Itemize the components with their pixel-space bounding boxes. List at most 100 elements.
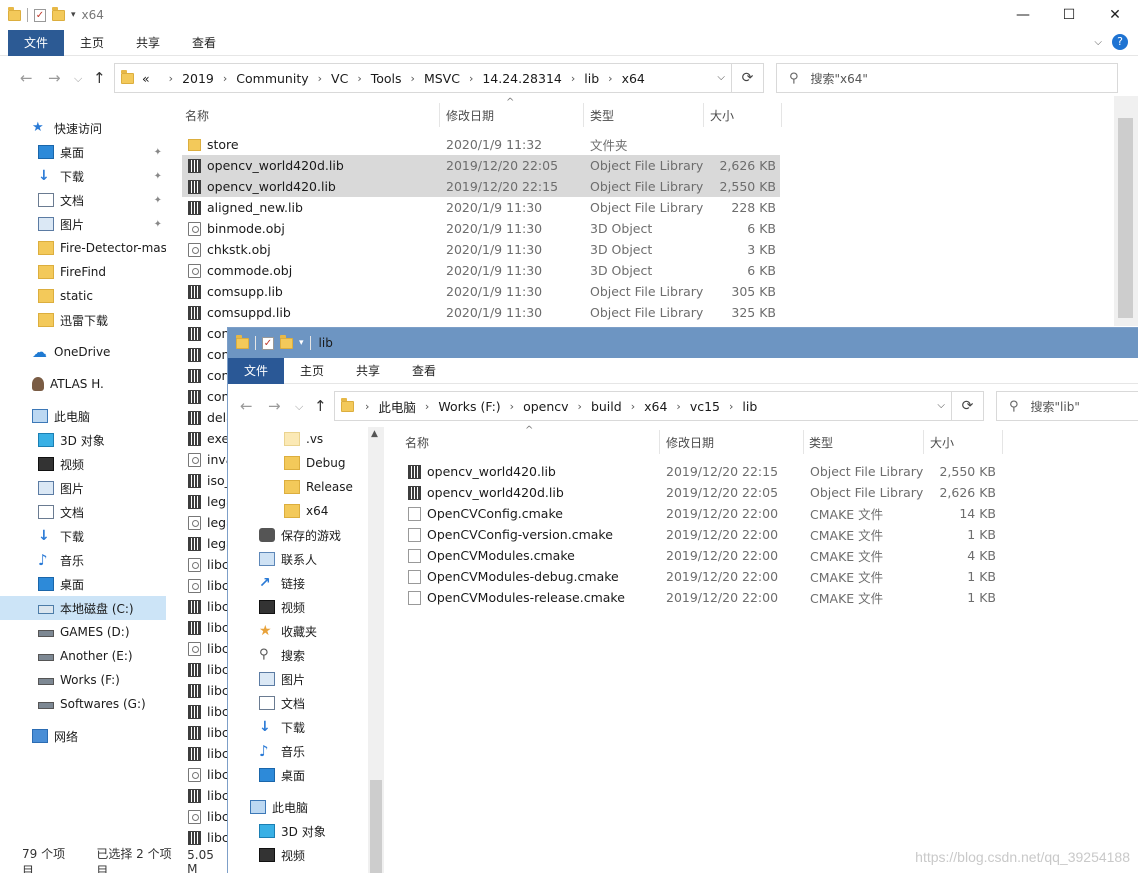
customize-toolbar-icon[interactable]: ▾ — [71, 10, 76, 20]
breadcrumb-separator-icon[interactable]: › — [676, 400, 680, 413]
search-box[interactable]: ⚲ 搜索"lib" — [996, 391, 1138, 421]
sidebar-item[interactable]: 迅雷下载 — [0, 308, 166, 332]
recent-locations-button[interactable]: ⌵ — [74, 72, 82, 86]
breadcrumb-item[interactable]: opencv — [523, 399, 568, 414]
scroll-up-icon[interactable]: ▲ — [371, 429, 378, 439]
sidebar-item[interactable]: 桌面 — [228, 763, 368, 787]
breadcrumb-item[interactable]: 此电脑 — [378, 397, 416, 416]
scrollbar-thumb[interactable] — [370, 780, 382, 873]
tab-share[interactable]: 共享 — [120, 30, 176, 56]
file-row[interactable]: opencv_world420d.lib 2019/12/20 22:05 Obje… — [182, 155, 780, 176]
breadcrumb-separator-icon[interactable]: › — [169, 72, 173, 85]
sidebar-item[interactable]: ♪ 音乐 — [228, 739, 368, 763]
file-row[interactable]: comsuppd.lib 2020/1/9 11:30 Object File Li… — [182, 302, 780, 323]
breadcrumb-item[interactable]: lib — [742, 399, 757, 414]
breadcrumb-separator-icon[interactable]: › — [357, 72, 361, 85]
breadcrumb-separator-icon[interactable]: › — [425, 400, 429, 413]
file-row[interactable]: OpenCVModules.cmake 2019/12/20 22:00 CMAKE… — [402, 545, 1002, 566]
sidebar-item[interactable]: 文档 ✦ — [0, 188, 166, 212]
address-bar[interactable]: « › 2019 › Community › VC › Tools › MSVC › 14.24.283… — [114, 63, 764, 93]
file-row[interactable]: commode.obj 2020/1/9 11:30 3D Object 6 KB — [182, 260, 780, 281]
sidebar-item[interactable]: 此电脑 — [0, 404, 166, 428]
sidebar-item[interactable]: ATLAS H. — [0, 372, 166, 396]
file-row[interactable]: OpenCVModules-debug.cmake 2019/12/20 22:0… — [402, 566, 1002, 587]
refresh-icon[interactable]: ⟳ — [951, 391, 983, 421]
file-row[interactable]: OpenCVModules-release.cmake 2019/12/20 22… — [402, 587, 1002, 608]
breadcrumb-separator-icon[interactable]: › — [571, 72, 575, 85]
file-row[interactable]: comsupp.lib 2020/1/9 11:30 Object File Lib… — [182, 281, 780, 302]
file-row[interactable]: opencv_world420.lib 2019/12/20 22:15 Objec… — [402, 461, 1002, 482]
sidebar-item[interactable]: 视频 — [0, 452, 166, 476]
breadcrumb-item[interactable]: 2019 — [182, 71, 214, 86]
breadcrumb-item[interactable]: Works (F:) — [438, 399, 500, 414]
pin-icon[interactable]: ✦ — [154, 147, 162, 158]
pin-icon[interactable]: ✦ — [154, 171, 162, 182]
vertical-scrollbar[interactable]: ▲ — [368, 427, 384, 873]
column-header-name[interactable]: 名称 — [185, 103, 209, 127]
forward-button[interactable]: → — [268, 397, 281, 415]
file-row[interactable]: OpenCVConfig-version.cmake 2019/12/20 22:… — [402, 524, 1002, 545]
close-button[interactable]: ✕ — [1092, 0, 1138, 30]
breadcrumb-separator-icon[interactable]: › — [318, 72, 322, 85]
address-dropdown-icon[interactable]: ⌵ — [937, 400, 945, 411]
column-divider[interactable] — [923, 430, 924, 454]
sidebar-item[interactable]: 此电脑 — [228, 795, 368, 819]
breadcrumb-item[interactable]: build — [591, 399, 622, 414]
tab-share[interactable]: 共享 — [340, 358, 396, 384]
sidebar-item[interactable]: 本地磁盘 (C:) — [0, 596, 166, 620]
sidebar-item[interactable]: Softwares (G:) — [0, 692, 166, 716]
column-header-name[interactable]: 名称 — [405, 430, 429, 454]
up-button[interactable]: ↑ — [314, 397, 327, 415]
sidebar-item[interactable]: 桌面 ✦ — [0, 140, 166, 164]
sidebar-item[interactable]: ★ 收藏夹 — [228, 619, 368, 643]
customize-toolbar-icon[interactable]: ▾ — [299, 338, 304, 348]
address-dropdown-icon[interactable]: ⌵ — [717, 72, 725, 83]
file-row[interactable]: binmode.obj 2020/1/9 11:30 3D Object 6 KB — [182, 218, 780, 239]
new-folder-icon[interactable] — [280, 334, 293, 349]
breadcrumb-separator-icon[interactable]: › — [729, 400, 733, 413]
sidebar-item[interactable]: 图片 — [228, 667, 368, 691]
breadcrumb-separator-icon[interactable]: › — [365, 400, 369, 413]
sidebar-item[interactable]: 视频 — [228, 843, 368, 867]
breadcrumb-item[interactable]: Community — [236, 71, 308, 86]
back-button[interactable]: ← — [20, 69, 33, 87]
breadcrumb-item[interactable]: 14.24.28314 — [482, 71, 562, 86]
breadcrumb-separator-icon[interactable]: › — [411, 72, 415, 85]
breadcrumb-separator-icon[interactable]: › — [631, 400, 635, 413]
sidebar-item[interactable]: Another (E:) — [0, 644, 166, 668]
sidebar-item[interactable]: ★ 快速访问 — [0, 116, 166, 140]
sidebar-item[interactable]: 3D 对象 — [0, 428, 166, 452]
sidebar-item[interactable]: FireFind — [0, 260, 166, 284]
column-header-size[interactable]: 大小 — [710, 103, 734, 127]
refresh-icon[interactable]: ⟳ — [731, 63, 763, 93]
column-divider[interactable] — [583, 103, 584, 127]
sidebar-item[interactable]: ↗ 链接 — [228, 571, 368, 595]
sidebar-item[interactable]: Fire-Detector-mas — [0, 236, 166, 260]
sidebar-item[interactable]: Works (F:) — [0, 668, 166, 692]
breadcrumb-item[interactable]: « — [142, 71, 150, 86]
sidebar-item[interactable]: ↓ 下载 — [0, 524, 166, 548]
column-header-date[interactable]: 修改日期 — [666, 430, 714, 454]
sidebar-item[interactable]: 文档 — [0, 500, 166, 524]
up-button[interactable]: ↑ — [93, 69, 106, 87]
sidebar-item[interactable]: 图片 — [0, 476, 166, 500]
sidebar-item[interactable]: ⚲ 搜索 — [228, 643, 368, 667]
breadcrumb-item[interactable]: x64 — [622, 71, 645, 86]
sidebar-item[interactable]: static — [0, 284, 166, 308]
sidebar-item[interactable]: 网络 — [0, 724, 166, 748]
properties-icon[interactable]: ✓ — [34, 8, 46, 22]
back-button[interactable]: ← — [240, 397, 253, 415]
sidebar-item[interactable]: ☁ OneDrive — [0, 340, 166, 364]
breadcrumb-separator-icon[interactable]: › — [223, 72, 227, 85]
breadcrumb-item[interactable]: lib — [584, 71, 599, 86]
breadcrumb-item[interactable]: x64 — [644, 399, 667, 414]
tab-home[interactable]: 主页 — [284, 358, 340, 384]
breadcrumb-item[interactable]: Tools — [371, 71, 402, 86]
forward-button[interactable]: → — [48, 69, 61, 87]
column-header-date[interactable]: 修改日期 — [446, 103, 494, 127]
sidebar-item[interactable]: 视频 — [228, 595, 368, 619]
breadcrumb-item[interactable]: vc15 — [690, 399, 720, 414]
search-box[interactable]: ⚲ 搜索"x64" — [776, 63, 1118, 93]
column-divider[interactable] — [659, 430, 660, 454]
breadcrumb-item[interactable]: MSVC — [424, 71, 460, 86]
